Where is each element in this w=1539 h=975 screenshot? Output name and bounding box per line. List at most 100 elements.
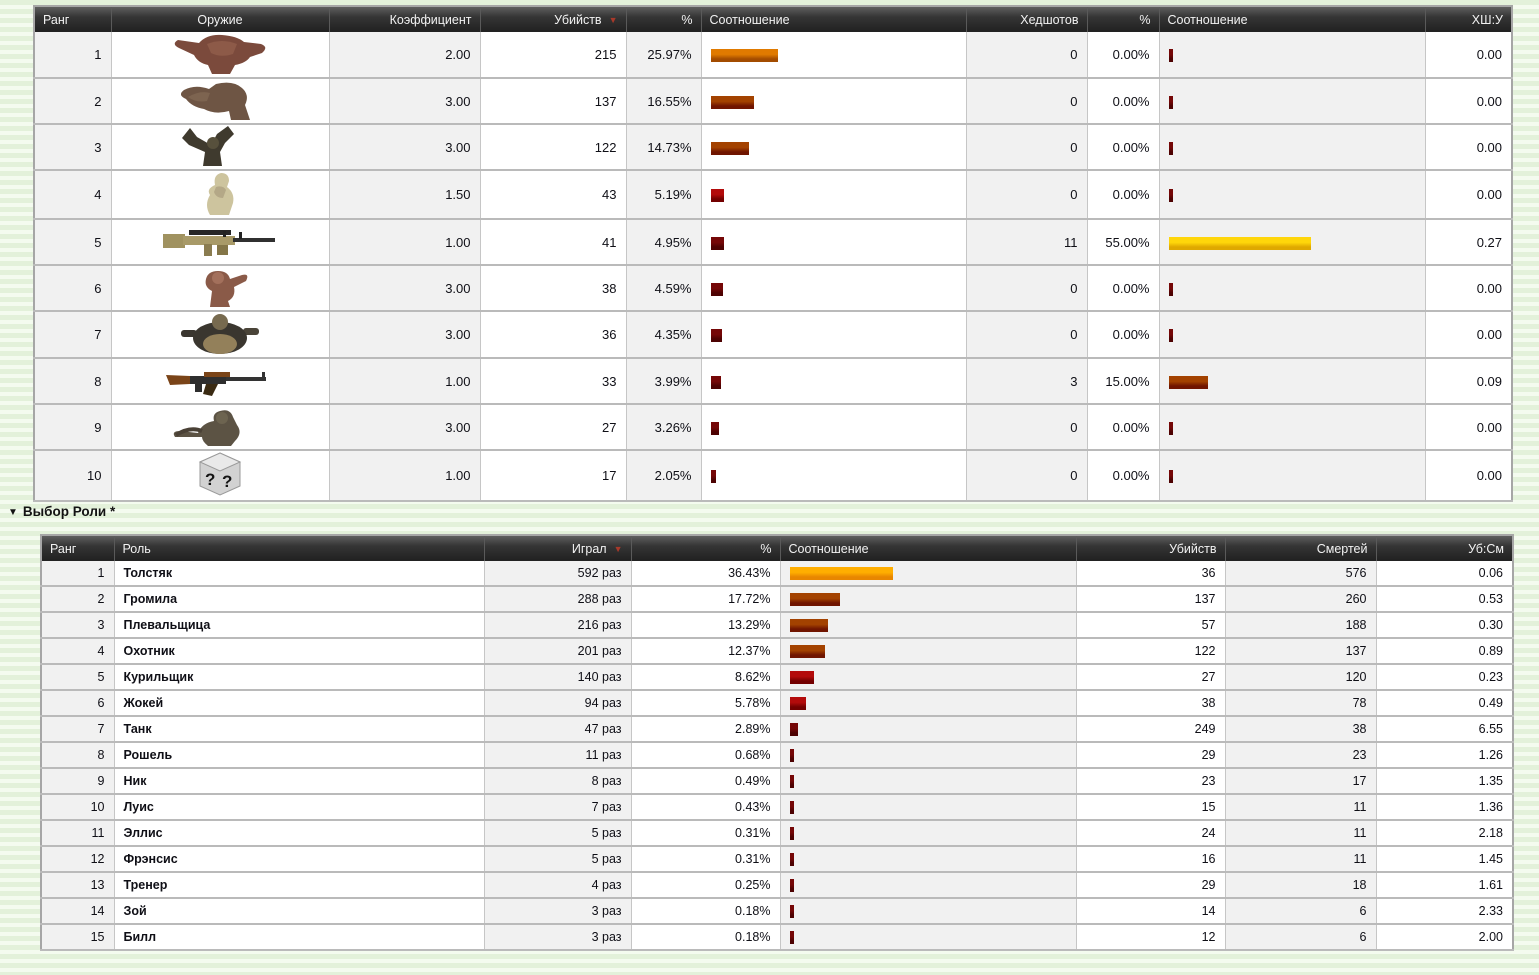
played-ratio-cell — [780, 612, 1076, 638]
played-count-cell: 216 раз — [484, 612, 631, 638]
role-name-cell: Курильщик — [114, 664, 484, 690]
col-header-rank[interactable]: Ранг — [34, 6, 111, 32]
ratio-bar — [790, 775, 794, 788]
weapon-image-cell — [111, 404, 329, 450]
role-row: 12Фрэнсис5 раз0.31%16111.45 — [41, 846, 1513, 872]
kills-percent-cell: 3.99% — [626, 358, 701, 404]
role-name: Рошель — [124, 748, 173, 762]
kills-percent-cell: 16.55% — [626, 78, 701, 124]
weapon-row: 63.00384.59%00.00%0.00 — [34, 265, 1512, 311]
kills-cell: 215 — [480, 32, 626, 78]
col-header-kd-ratio[interactable]: Уб:См — [1376, 535, 1513, 561]
headshots-cell: 0 — [966, 450, 1087, 501]
col-header-weapon[interactable]: Оружие — [111, 6, 329, 32]
col-header-headshots[interactable]: Хедшотов — [966, 6, 1087, 32]
col-header-role-kills[interactable]: Убийств — [1076, 535, 1225, 561]
role-deaths-cell: 18 — [1225, 872, 1376, 898]
role-rank-cell: 13 — [41, 872, 114, 898]
played-count-cell: 5 раз — [484, 846, 631, 872]
played-percent-cell: 0.43% — [631, 794, 780, 820]
ratio-bar — [711, 189, 724, 202]
role-kills-cell: 29 — [1076, 872, 1225, 898]
col-header-role-name[interactable]: Роль — [114, 535, 484, 561]
role-deaths-cell: 120 — [1225, 664, 1376, 690]
col-header-role-deaths[interactable]: Смертей — [1225, 535, 1376, 561]
kills-ratio-cell — [701, 450, 966, 501]
col-header-hs-pct[interactable]: % — [1087, 6, 1159, 32]
role-rank-cell: 3 — [41, 612, 114, 638]
played-ratio-cell — [780, 586, 1076, 612]
smoker-creature-image — [170, 406, 270, 449]
ratio-bar — [711, 49, 778, 62]
role-rank-cell: 6 — [41, 690, 114, 716]
ratio-bar — [790, 567, 893, 580]
ratio-bar — [1169, 283, 1173, 296]
kills-percent-cell: 14.73% — [626, 124, 701, 170]
kills-ratio-cell — [701, 311, 966, 358]
coefficient-cell: 3.00 — [329, 78, 480, 124]
role-selection-section-toggle[interactable]: ▼Выбор Роли * — [8, 504, 115, 519]
col-header-kills[interactable]: Убийств▼ — [480, 6, 626, 32]
kills-cell: 38 — [480, 265, 626, 311]
ratio-bar — [790, 905, 794, 918]
sort-desc-icon: ▼ — [609, 15, 618, 25]
ratio-bar — [1169, 189, 1173, 202]
headshots-ratio-cell — [1159, 124, 1425, 170]
kd-ratio-cell: 0.23 — [1376, 664, 1513, 690]
weapon-image-cell — [111, 124, 329, 170]
headshots-percent-cell: 0.00% — [1087, 450, 1159, 501]
played-ratio-cell — [780, 690, 1076, 716]
role-row: 3Плевальщица216 раз13.29%571880.30 — [41, 612, 1513, 638]
col-header-played-pct[interactable]: % — [631, 535, 780, 561]
ratio-bar — [711, 376, 721, 389]
played-ratio-cell — [780, 716, 1076, 742]
role-rank-cell: 5 — [41, 664, 114, 690]
col-header-role-rank[interactable]: Ранг — [41, 535, 114, 561]
ratio-bar — [790, 593, 840, 606]
boomer-creature-image — [177, 312, 263, 357]
col-header-played[interactable]: Играл▼ — [484, 535, 631, 561]
ratio-bar — [790, 697, 806, 710]
col-header-kills-ratio[interactable]: Соотношение — [701, 6, 966, 32]
role-name-cell: Тренер — [114, 872, 484, 898]
role-deaths-cell: 17 — [1225, 768, 1376, 794]
weapon-row: 23.0013716.55%00.00%0.00 — [34, 78, 1512, 124]
role-selection-table: Ранг Роль Играл▼ % Соотношение Убийств С… — [40, 534, 1514, 951]
kills-ratio-cell — [701, 265, 966, 311]
role-kills-cell: 14 — [1076, 898, 1225, 924]
ratio-bar — [1169, 96, 1173, 109]
hs-per-kill-cell: 0.00 — [1425, 404, 1512, 450]
role-kills-cell: 24 — [1076, 820, 1225, 846]
role-name-cell: Жокей — [114, 690, 484, 716]
col-header-played-ratio[interactable]: Соотношение — [780, 535, 1076, 561]
role-kills-cell: 249 — [1076, 716, 1225, 742]
ratio-bar — [1169, 142, 1173, 155]
role-row: 14Зой3 раз0.18%1462.33 — [41, 898, 1513, 924]
role-deaths-cell: 6 — [1225, 924, 1376, 950]
played-percent-cell: 17.72% — [631, 586, 780, 612]
col-header-kills-pct[interactable]: % — [626, 6, 701, 32]
collapse-triangle-icon: ▼ — [8, 507, 18, 518]
col-header-coefficient[interactable]: Коэффициент — [329, 6, 480, 32]
headshots-percent-cell: 0.00% — [1087, 404, 1159, 450]
ratio-bar — [1169, 237, 1311, 250]
ratio-bar — [711, 237, 724, 250]
role-name-cell: Танк — [114, 716, 484, 742]
headshots-percent-cell: 0.00% — [1087, 170, 1159, 219]
headshots-cell: 0 — [966, 124, 1087, 170]
weapons-stats-table: Ранг Оружие Коэффициент Убийств▼ % Соотн… — [33, 5, 1513, 502]
kills-cell: 41 — [480, 219, 626, 265]
played-percent-cell: 8.62% — [631, 664, 780, 690]
played-ratio-cell — [780, 820, 1076, 846]
hs-per-kill-cell: 0.00 — [1425, 170, 1512, 219]
col-header-hs-ratio[interactable]: Соотношение — [1159, 6, 1425, 32]
kd-ratio-cell: 6.55 — [1376, 716, 1513, 742]
kd-ratio-cell: 0.53 — [1376, 586, 1513, 612]
headshots-ratio-cell — [1159, 78, 1425, 124]
played-ratio-cell — [780, 794, 1076, 820]
col-header-hs-per-kill[interactable]: ХШ:У — [1425, 6, 1512, 32]
kd-ratio-cell: 1.36 — [1376, 794, 1513, 820]
headshots-cell: 0 — [966, 311, 1087, 358]
headshots-ratio-cell — [1159, 358, 1425, 404]
kills-cell: 122 — [480, 124, 626, 170]
